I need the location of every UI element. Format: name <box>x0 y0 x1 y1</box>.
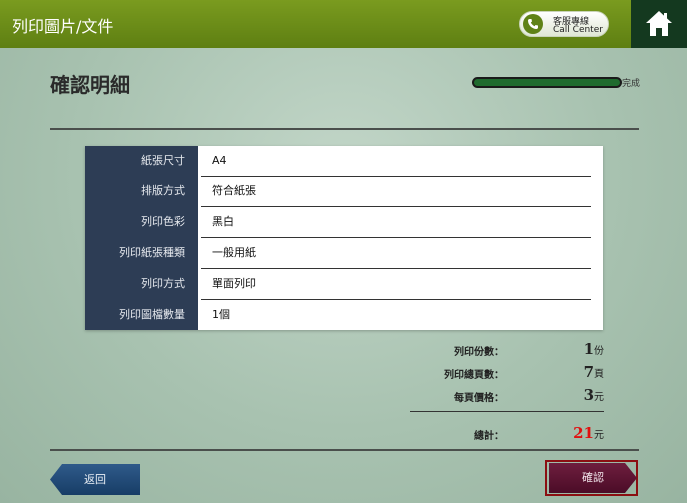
phone-icon <box>523 14 543 34</box>
detail-row-color: 列印色彩 黑白 <box>85 207 603 238</box>
call-center-button[interactable]: 客服專線 Call Center <box>519 11 609 37</box>
header-title: 列印圖片/文件 <box>12 17 114 36</box>
detail-label: 列印圖檔數量 <box>119 308 185 321</box>
pages-unit: 頁 <box>594 369 604 380</box>
detail-row-print-mode: 列印方式 單面列印 <box>85 269 603 300</box>
price-unit: 元 <box>594 392 604 403</box>
copies-number: 1 <box>583 340 594 358</box>
detail-value: 黑白 <box>212 215 234 228</box>
progress-label: 完成 <box>622 79 641 89</box>
pages-number: 7 <box>583 363 594 381</box>
header-bar: 列印圖片/文件 客服專線 Call Center <box>0 0 687 48</box>
bottom-divider <box>50 449 639 451</box>
detail-value: A4 <box>212 154 227 167</box>
total-unit: 元 <box>594 430 604 441</box>
detail-label: 列印色彩 <box>141 215 185 228</box>
detail-value: 1個 <box>212 308 230 321</box>
detail-value: 一般用紙 <box>212 246 256 259</box>
pages-value: 7頁 <box>584 363 604 381</box>
summary-divider <box>410 411 604 412</box>
detail-row-file-count: 列印圖檔數量 1個 <box>85 300 603 330</box>
copies-label: 列印份數： <box>454 347 504 358</box>
detail-row-paper-type: 列印紙張種類 一般用紙 <box>85 238 603 269</box>
detail-value: 單面列印 <box>212 277 256 290</box>
total-value: 21元 <box>573 424 604 442</box>
price-number: 3 <box>583 386 594 404</box>
home-icon <box>646 11 672 36</box>
detail-label: 列印紙張種類 <box>119 246 185 259</box>
copies-value: 1份 <box>584 340 604 358</box>
detail-row-layout: 排版方式 符合紙張 <box>85 176 603 207</box>
price-value: 3元 <box>584 386 604 404</box>
details-panel: 紙張尺寸 A4 排版方式 符合紙張 列印色彩 黑白 列印紙張種類 一般用紙 列印… <box>85 146 603 330</box>
detail-label: 紙張尺寸 <box>141 154 185 167</box>
total-number: 21 <box>573 424 594 442</box>
detail-label: 排版方式 <box>141 184 185 197</box>
price-label: 每頁價格： <box>454 393 504 404</box>
total-label: 總計： <box>474 431 504 442</box>
call-center-label-en: Call Center <box>553 25 603 35</box>
back-button[interactable]: 返回 <box>50 464 140 495</box>
detail-label: 列印方式 <box>141 277 185 290</box>
pages-label: 列印總頁數： <box>444 370 504 381</box>
home-button[interactable] <box>631 0 687 48</box>
progress-bar <box>472 77 622 88</box>
top-divider <box>50 128 639 130</box>
detail-value: 符合紙張 <box>212 184 256 197</box>
confirm-button[interactable]: 確認 <box>549 463 637 493</box>
detail-row-paper-size: 紙張尺寸 A4 <box>85 146 603 177</box>
copies-unit: 份 <box>594 346 604 357</box>
page-title: 確認明細 <box>50 73 130 97</box>
